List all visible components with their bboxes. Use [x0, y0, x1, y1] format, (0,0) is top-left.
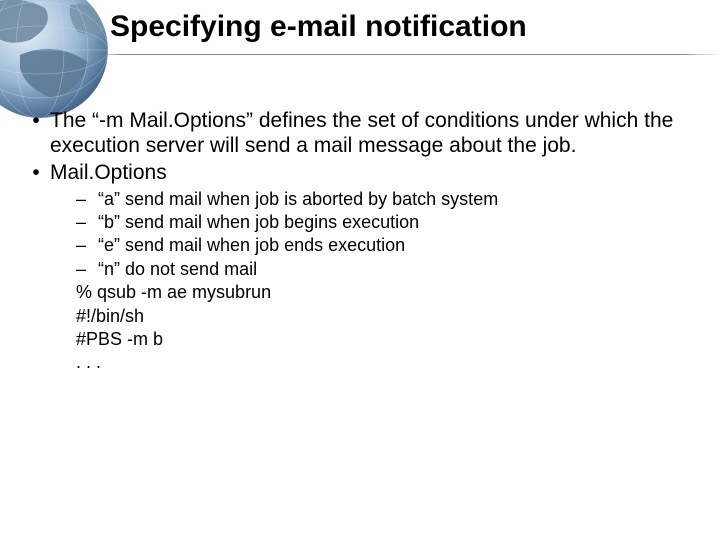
bullet-text: “e” send mail when job ends execution	[98, 234, 405, 257]
slide-title: Specifying e-mail notification	[110, 10, 527, 44]
bullet-text: The “-m Mail.Options” defines the set of…	[50, 108, 692, 158]
bullet-level2: – “e” send mail when job ends execution	[76, 234, 692, 257]
code-line: . . .	[76, 351, 692, 374]
bullet-text: “n” do not send mail	[98, 258, 257, 281]
bullet-text: “a” send mail when job is aborted by bat…	[98, 188, 498, 211]
bullet-text: “b” send mail when job begins execution	[98, 211, 419, 234]
bullet-level2: – “a” send mail when job is aborted by b…	[76, 188, 692, 211]
bullet-level2: – “b” send mail when job begins executio…	[76, 211, 692, 234]
title-underline	[0, 54, 720, 55]
bullet-level1: • Mail.Options	[22, 160, 692, 185]
slide-body: • The “-m Mail.Options” defines the set …	[22, 108, 692, 375]
dash-marker: –	[76, 211, 98, 234]
code-line: #!/bin/sh	[76, 305, 692, 328]
bullet-level1: • The “-m Mail.Options” defines the set …	[22, 108, 692, 158]
bullet-level2: – “n” do not send mail	[76, 258, 692, 281]
bullet-text: Mail.Options	[50, 160, 167, 185]
dash-marker: –	[76, 188, 98, 211]
bullet-marker: •	[22, 108, 50, 133]
code-line: #PBS -m b	[76, 328, 692, 351]
dash-marker: –	[76, 258, 98, 281]
bullet-marker: •	[22, 160, 50, 185]
dash-marker: –	[76, 234, 98, 257]
code-line: % qsub -m ae mysubrun	[76, 281, 692, 304]
